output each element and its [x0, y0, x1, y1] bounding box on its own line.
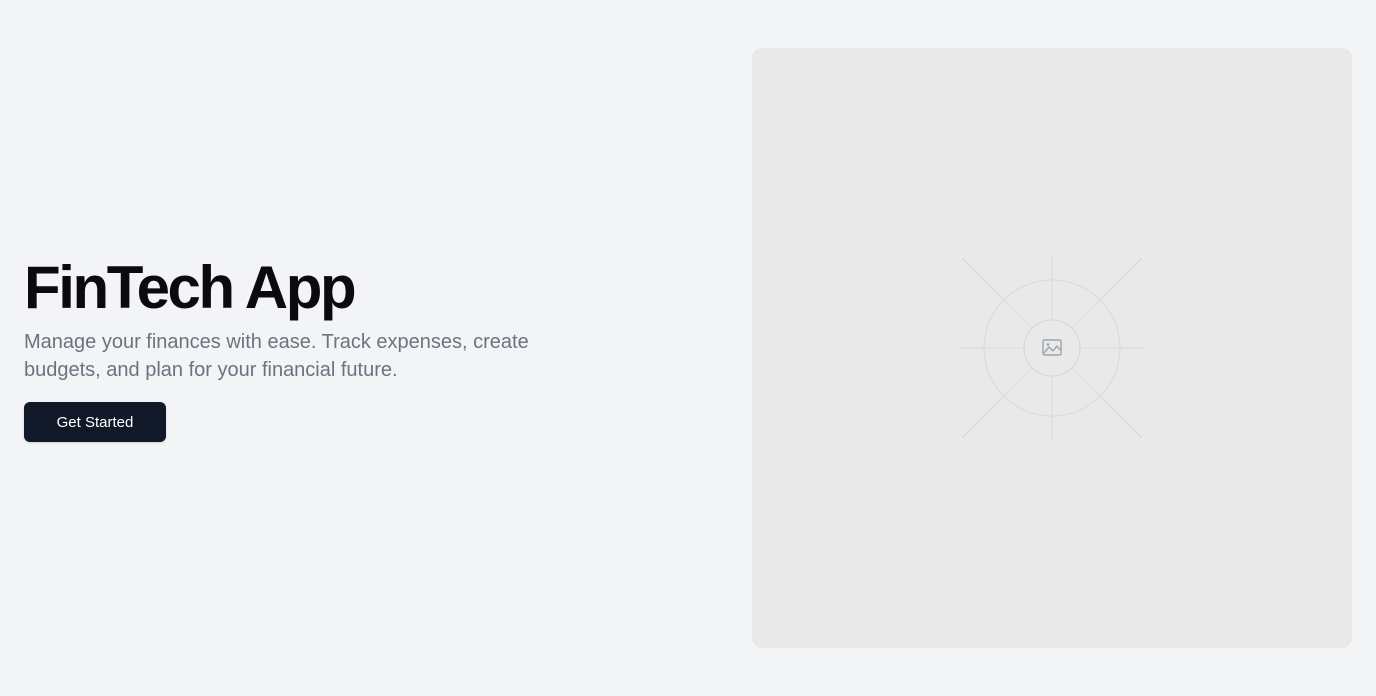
hero-title: FinTech App [24, 254, 357, 321]
get-started-button[interactable]: Get Started [24, 402, 166, 442]
hero-section: FinTech App Manage your finances with ea… [24, 250, 624, 442]
placeholder-graphic [960, 256, 1144, 440]
hero-image-placeholder [752, 48, 1352, 648]
landing-page: FinTech App Manage your finances with ea… [0, 0, 1376, 696]
hero-subtitle: Manage your finances with ease. Track ex… [24, 331, 529, 381]
